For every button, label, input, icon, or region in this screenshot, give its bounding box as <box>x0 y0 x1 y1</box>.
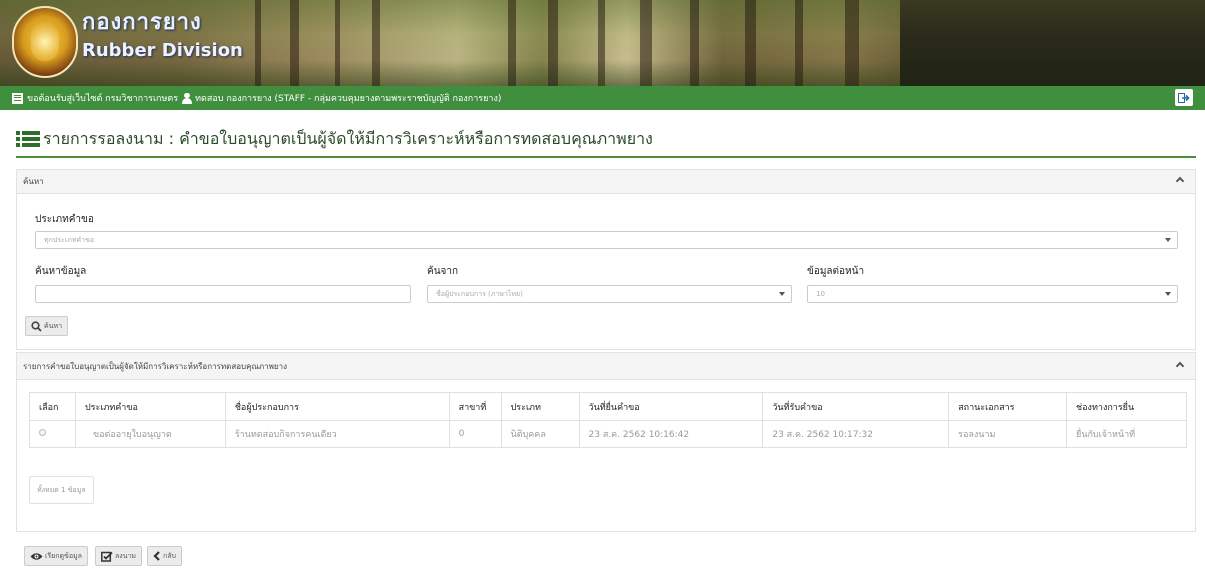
header-banner: กองการยาง Rubber Division <box>0 0 1205 86</box>
eye-icon <box>30 552 43 560</box>
status-cell: รอลงนาม <box>948 420 1068 448</box>
user-info-bar: ขอต้อนรับสู่เว็บไซต์ กรมวิชาการเกษตร ทดส… <box>0 86 1205 110</box>
received-date-cell: 23 ส.ค. 2562 10:17:32 <box>762 420 950 448</box>
search-from-select[interactable]: ชื่อผู้ประกอบการ (ภาษาไทย) <box>427 285 792 303</box>
results-table: เลือก ประเภทคำขอ ชื่อผู้ประกอบการ สาขาที… <box>29 392 1187 448</box>
keyword-input[interactable] <box>35 285 411 303</box>
type-cell: นิติบุคคล <box>500 420 580 448</box>
results-panel-header[interactable]: รายการคำขอใบอนุญาตเป็นผู้จัดให้มีการวิเค… <box>17 353 1195 380</box>
select-cell <box>29 420 76 448</box>
chevron-left-icon <box>153 551 160 561</box>
channel-cell: ยื่นกับเจ้าหน้าที่ <box>1066 420 1187 448</box>
department-logo <box>12 6 78 78</box>
user-icon <box>182 92 193 104</box>
column-header: วันที่ยื่นคำขอ <box>578 392 764 421</box>
column-header: ประเภทคำขอ <box>74 392 226 421</box>
table-row[interactable]: ขอต่ออายุใบอนุญาต ร้านทดสอบกิจการคนเดียว… <box>29 420 1187 448</box>
search-from-value: ชื่อผู้ประกอบการ (ภาษาไทย) <box>436 289 523 298</box>
banner-dark-area <box>900 0 1205 86</box>
chevron-down-icon <box>1165 238 1171 242</box>
table-header-row: เลือก ประเภทคำขอ ชื่อผู้ประกอบการ สาขาที… <box>29 392 1187 421</box>
results-panel: รายการคำขอใบอนุญาตเป็นผู้จัดให้มีการวิเค… <box>16 352 1196 532</box>
column-header: วันที่รับคำขอ <box>762 392 950 421</box>
request-type-cell: ขอต่ออายุใบอนุญาต <box>74 420 226 448</box>
back-button[interactable]: กลับ <box>147 546 182 566</box>
chevron-down-icon <box>1165 292 1171 296</box>
logout-button[interactable] <box>1175 89 1193 106</box>
list-icon <box>16 129 40 149</box>
user-name-text: ทดสอบ กองการยาง (STAFF - กลุ่มควบคุมยางต… <box>195 94 502 104</box>
per-page-label: ข้อมูลต่อหน้า <box>807 266 865 277</box>
logout-icon <box>1178 92 1190 103</box>
collapse-icon[interactable] <box>1175 176 1185 186</box>
request-type-label: ประเภทคำขอ <box>35 214 94 225</box>
operator-cell: ร้านทดสอบกิจการคนเดียว <box>224 420 450 448</box>
per-page-value: 10 <box>816 290 825 298</box>
welcome-text: ขอต้อนรับสู่เว็บไซต์ กรมวิชาการเกษตร <box>27 94 179 104</box>
total-count: ทั้งหมด 1 ข้อมูล <box>29 476 94 504</box>
menu-icon[interactable] <box>12 92 23 104</box>
search-from-label: ค้นจาก <box>427 266 459 277</box>
view-details-button[interactable]: เรียกดูข้อมูล <box>24 546 88 566</box>
collapse-icon[interactable] <box>1175 361 1185 371</box>
column-header: สถานะเอกสาร <box>948 392 1068 421</box>
per-page-select[interactable]: 10 <box>807 285 1178 303</box>
banner-title-english: Rubber Division <box>82 40 243 61</box>
banner-title-thai: กองการยาง <box>82 10 202 35</box>
column-header: สาขาที่ <box>448 392 502 421</box>
page-heading: รายการรอลงนาม : คำขอใบอนุญาตเป็นผู้จัดให… <box>16 128 1196 158</box>
search-panel: ค้นหา ประเภทคำขอ ทุกประเภทคำขอ ค้นหาข้อม… <box>16 169 1196 350</box>
chevron-down-icon <box>779 292 785 296</box>
request-type-select[interactable]: ทุกประเภทคำขอ <box>35 231 1178 249</box>
search-panel-header[interactable]: ค้นหา <box>17 170 1195 194</box>
search-button[interactable]: ค้นหา <box>25 316 69 336</box>
column-header: เลือก <box>29 392 76 421</box>
request-type-value: ทุกประเภทคำขอ <box>44 235 95 244</box>
search-panel-title: ค้นหา <box>23 177 44 186</box>
page-title: รายการรอลงนาม : คำขอใบอนุญาตเป็นผู้จัดให… <box>43 128 653 148</box>
column-header: ช่องทางการยื่น <box>1066 392 1187 421</box>
sign-button[interactable]: ลงนาม <box>95 546 143 566</box>
search-icon <box>31 320 42 332</box>
branch-cell: 0 <box>448 420 502 448</box>
results-panel-title: รายการคำขอใบอนุญาตเป็นผู้จัดให้มีการวิเค… <box>23 361 288 371</box>
edit-check-icon <box>101 551 113 562</box>
column-header: ประเภท <box>500 392 580 421</box>
keyword-label: ค้นหาข้อมูล <box>35 266 87 277</box>
row-select-radio[interactable] <box>39 429 46 436</box>
submitted-date-cell: 23 ส.ค. 2562 10:16:42 <box>578 420 764 448</box>
column-header: ชื่อผู้ประกอบการ <box>224 392 450 421</box>
